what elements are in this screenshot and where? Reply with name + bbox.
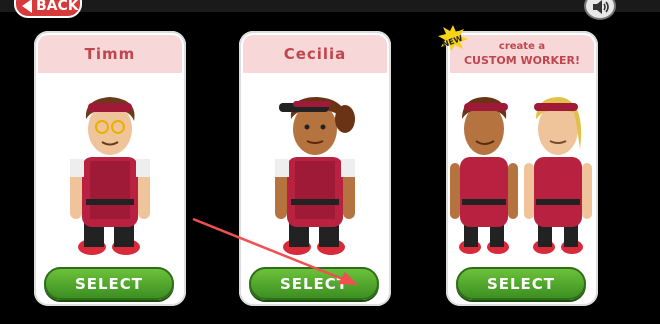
annotation-arrow <box>192 217 358 285</box>
